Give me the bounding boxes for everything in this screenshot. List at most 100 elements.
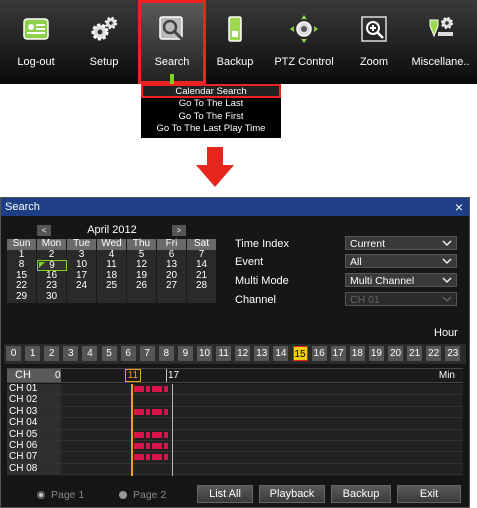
weekday-header: Mon xyxy=(37,238,67,250)
hour-button[interactable]: 18 xyxy=(349,346,365,361)
calendar-day[interactable]: 2 xyxy=(37,249,67,261)
hour-button[interactable]: 2 xyxy=(44,346,60,361)
hour-button[interactable]: 11 xyxy=(216,346,232,361)
miscellaneous-button[interactable]: Miscellane.. xyxy=(404,0,477,84)
weekday-header: Fri xyxy=(157,238,187,250)
channel-row[interactable]: CH 08 xyxy=(7,463,463,476)
channel-name: CH 07 xyxy=(7,451,61,463)
hour-button[interactable]: 0 xyxy=(6,346,21,361)
calendar-grid: Sun Mon Tue Wed Thu Fri Sat 1 2 3 4 5 6 7 8 9 10 11 12 13 14… xyxy=(7,238,217,303)
calendar-day[interactable]: 28 xyxy=(187,281,217,292)
backup-icon xyxy=(228,16,242,42)
calendar-day[interactable]: 29 xyxy=(7,291,37,303)
hour-button[interactable]: 6 xyxy=(120,346,136,361)
hour-button[interactable]: 3 xyxy=(63,346,79,361)
channel-name: CH 04 xyxy=(7,417,61,429)
calendar-day[interactable]: 27 xyxy=(157,281,187,292)
ptz-control-button[interactable]: PTZ Control xyxy=(264,0,344,84)
exit-button[interactable]: Exit xyxy=(397,485,461,503)
menu-item-calendar-search[interactable]: Calendar Search xyxy=(141,84,281,98)
channel-row[interactable]: CH 05 xyxy=(7,429,463,441)
hour-button[interactable]: 7 xyxy=(139,346,155,361)
search-dialog: Search × < April 2012 > Sun Mon Tue Wed Thu F… xyxy=(0,197,470,508)
hour-button[interactable]: 5 xyxy=(101,346,117,361)
playback-button[interactable]: Playback xyxy=(259,485,325,503)
channel-label: Channel xyxy=(235,294,276,306)
hour-button[interactable]: 10 xyxy=(197,346,212,361)
close-icon[interactable]: × xyxy=(451,198,467,216)
calendar-week-row: 29 30 xyxy=(7,291,217,303)
hour-button[interactable]: 17 xyxy=(330,346,346,361)
channel-row[interactable]: CH 02 xyxy=(7,394,463,407)
hour-button[interactable]: 1 xyxy=(25,346,41,361)
search-label: Search xyxy=(154,56,190,68)
hour-button[interactable]: 9 xyxy=(177,346,193,361)
zoom-label: Zoom xyxy=(359,56,389,68)
recording-segment xyxy=(134,408,170,415)
calendar-day-selected[interactable]: 9 xyxy=(37,260,67,271)
calendar-day[interactable]: 25 xyxy=(97,281,127,292)
calendar-month-title: April 2012 xyxy=(87,224,137,236)
hour-button[interactable]: 19 xyxy=(368,346,384,361)
hour-button[interactable]: 12 xyxy=(235,346,251,361)
timeline-cursor[interactable] xyxy=(131,384,133,476)
list-all-button[interactable]: List All xyxy=(197,485,253,503)
channel-row[interactable]: CH 01 xyxy=(7,383,463,396)
backup-button[interactable]: Backup xyxy=(206,0,264,84)
page-1-radio[interactable]: Page 1 xyxy=(37,489,84,501)
calendar-day[interactable]: 26 xyxy=(127,281,157,292)
zoom-button[interactable]: Zoom xyxy=(344,0,404,84)
weekday-header: Thu xyxy=(127,238,157,250)
hour-button[interactable]: 23 xyxy=(445,346,461,361)
channel-name: CH 02 xyxy=(7,394,61,406)
prev-month-button[interactable]: < xyxy=(37,225,51,236)
minute-marker-current[interactable]: 11 xyxy=(125,369,141,382)
timeline-end-marker xyxy=(172,384,173,476)
channel-row[interactable]: CH 04 xyxy=(7,417,463,430)
calendar-day[interactable]: 30 xyxy=(37,291,67,303)
menu-item-go-to-last[interactable]: Go To The Last xyxy=(141,98,281,111)
multi-mode-select[interactable]: Multi Channel xyxy=(345,273,457,287)
hour-button[interactable]: 22 xyxy=(426,346,442,361)
page-2-radio[interactable]: Page 2 xyxy=(119,489,166,501)
time-index-select[interactable]: Current xyxy=(345,236,457,250)
channel-name: CH 01 xyxy=(7,383,61,395)
search-icon xyxy=(159,16,184,41)
hour-button[interactable]: 20 xyxy=(388,346,403,361)
minute-unit-label: Min xyxy=(438,370,455,381)
calendar-day xyxy=(127,291,157,303)
hour-button-selected[interactable]: 15 xyxy=(292,346,308,361)
hour-button[interactable]: 14 xyxy=(273,346,289,361)
time-index-label: Time Index xyxy=(235,238,290,250)
next-month-button[interactable]: > xyxy=(172,225,186,236)
search-button[interactable]: Search xyxy=(138,0,206,84)
menu-item-go-to-first[interactable]: Go To The First xyxy=(141,111,281,124)
channel-row[interactable]: CH 07 xyxy=(7,451,463,464)
minute-marker-end[interactable]: 17 xyxy=(166,369,180,382)
hour-button[interactable]: 21 xyxy=(407,346,423,361)
event-label: Event xyxy=(235,256,264,268)
hour-button[interactable]: 4 xyxy=(82,346,98,361)
hour-button[interactable]: 13 xyxy=(254,346,270,361)
logout-button[interactable]: Log-out xyxy=(2,0,70,84)
channel-value: CH 01 xyxy=(350,294,380,306)
recording-segment xyxy=(134,454,170,461)
event-select[interactable]: All xyxy=(345,254,457,268)
menu-item-go-to-last-play-time[interactable]: Go To The Last Play Time xyxy=(141,123,281,136)
chevron-down-icon xyxy=(442,277,452,283)
chevron-down-icon xyxy=(442,258,452,264)
hour-button[interactable]: 8 xyxy=(158,346,174,361)
logout-icon xyxy=(23,18,49,40)
dialog-title: Search xyxy=(1,198,469,216)
backup-dialog-button[interactable]: Backup xyxy=(331,485,391,503)
minute-start-label: 0 xyxy=(55,370,61,381)
calendar-day[interactable]: 24 xyxy=(67,281,97,292)
channel-select[interactable]: CH 01 xyxy=(345,292,457,306)
hour-button[interactable]: 16 xyxy=(311,346,327,361)
logout-label: Log-out xyxy=(17,56,55,68)
weekday-header: Tue xyxy=(67,238,97,250)
calendar-day xyxy=(67,291,97,303)
channel-row[interactable]: CH 06 xyxy=(7,440,463,453)
setup-button[interactable]: Setup xyxy=(70,0,138,84)
channel-row[interactable]: CH 03 xyxy=(7,406,463,419)
